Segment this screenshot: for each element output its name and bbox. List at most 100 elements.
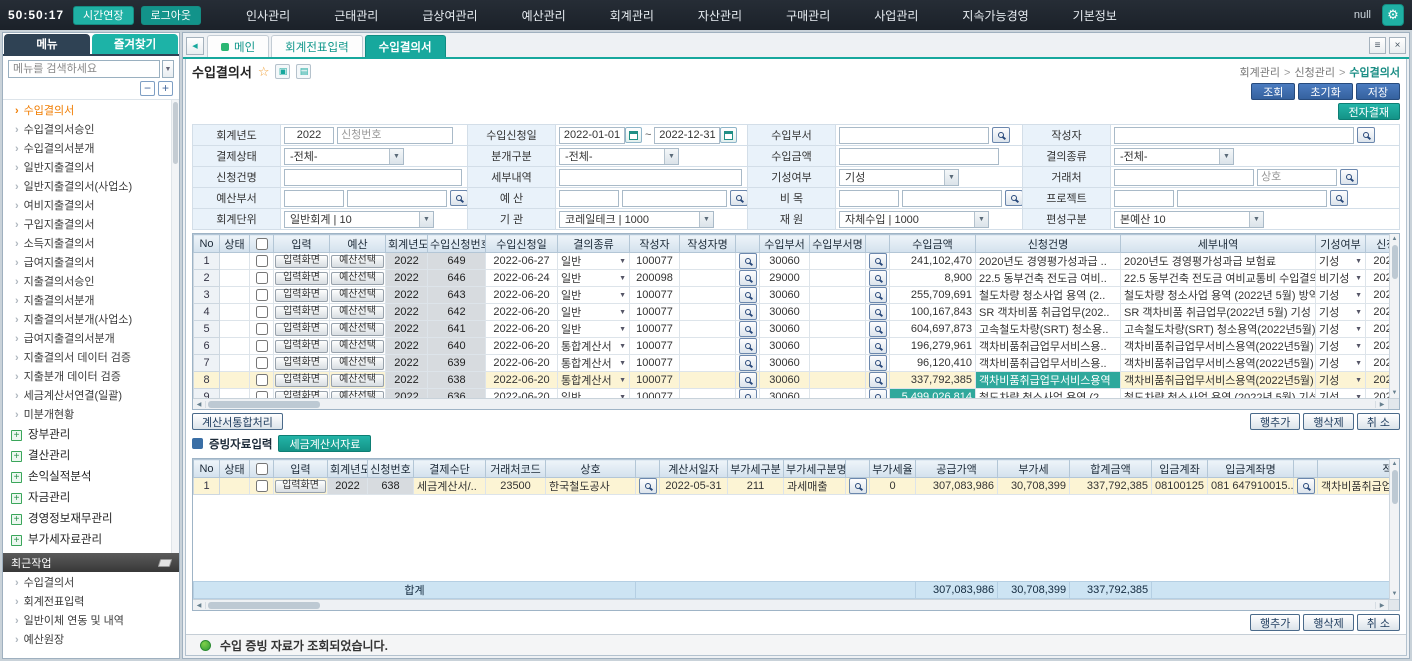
search-button[interactable] [869, 321, 887, 337]
writer-name-cell[interactable] [680, 253, 736, 270]
amount-cell[interactable]: 255,709,691 [890, 287, 976, 304]
sidebar-item[interactable]: ›일반지출결의서(사업소) [3, 178, 179, 197]
req-no-cell[interactable]: 636 [428, 389, 486, 399]
writer-cell[interactable]: 100077 [630, 304, 680, 321]
scrollbar-thumb[interactable] [208, 602, 320, 609]
title-cell[interactable]: 철도차량 청소사업 용역 (2.. [976, 389, 1121, 399]
income-grid-row[interactable]: 7입력화면예산선택20226392022-06-20통합계산서▼10007730… [194, 355, 1400, 372]
year-cell[interactable]: 2022 [386, 253, 428, 270]
gisung-select[interactable]: 기성▼ [839, 169, 959, 186]
title-cell[interactable]: 객차비품취급업무서비스용역 [976, 372, 1121, 389]
gisung-cell[interactable]: 기성▼ [1316, 355, 1366, 372]
income-date-from-input[interactable] [559, 127, 625, 144]
dept-name-cell[interactable] [810, 304, 866, 321]
decision-type-cell[interactable]: 일반▼ [558, 253, 630, 270]
detail-cell[interactable]: 철도차량 청소사업 용역 (2022년 5월) 방역 [1121, 287, 1316, 304]
row-number[interactable]: 1 [194, 253, 220, 270]
request-title-input[interactable] [284, 169, 462, 186]
writer-input[interactable] [1114, 127, 1354, 144]
capture-icon[interactable]: ▣ [275, 64, 290, 79]
sidebar-item[interactable]: ›세금계산서연결(일괄) [3, 387, 179, 406]
dept-cell[interactable]: 30060 [760, 287, 810, 304]
topbar-menu-item[interactable]: 예산관리 [522, 7, 566, 24]
budget-type-select[interactable]: 본예산 10▼ [1114, 211, 1264, 228]
writer-name-cell[interactable] [680, 338, 736, 355]
topbar-menu-item[interactable]: 근태관리 [334, 7, 378, 24]
topbar-menu-item[interactable]: 구매관리 [786, 7, 830, 24]
dept-cell[interactable]: 29000 [760, 270, 810, 287]
search-button[interactable] [869, 304, 887, 320]
req-no-cell[interactable]: 641 [428, 321, 486, 338]
evidence-grid-row[interactable]: 1입력화면2022638세금계산서/..23500한국철도공사2022-05-3… [194, 478, 1400, 495]
dept-cell[interactable]: 30060 [760, 355, 810, 372]
writer-name-cell[interactable] [680, 287, 736, 304]
search-button[interactable] [1297, 478, 1315, 494]
sidebar-group[interactable]: +손익실적분석 [3, 467, 179, 488]
input-screen-button[interactable]: 입력화면 [275, 357, 328, 370]
income-date-to-input[interactable] [654, 127, 720, 144]
gisung-cell[interactable]: 기성▼ [1316, 304, 1366, 321]
select-all-header[interactable] [250, 460, 274, 478]
income-grid-row[interactable]: 8입력화면예산선택20226382022-06-20통합계산서▼10007730… [194, 372, 1400, 389]
doc-tab[interactable]: 회계전표입력 [271, 35, 362, 57]
year-cell[interactable]: 2022 [386, 270, 428, 287]
sidebar-item[interactable]: ›여비지출결의서 [3, 197, 179, 216]
detail-cell[interactable]: 22.5 동부건축 전도금 여비교통비 수입결의(착.. [1121, 270, 1316, 287]
sidebar-item[interactable]: ›지출결의서분개(사업소) [3, 311, 179, 330]
supply-cell[interactable]: 307,083,986 [916, 478, 998, 495]
tab-scroll-left-button[interactable]: ◀ [186, 37, 204, 55]
income-dept-input[interactable] [839, 127, 989, 144]
amount-cell[interactable]: 100,167,843 [890, 304, 976, 321]
amount-cell[interactable]: 241,102,470 [890, 253, 976, 270]
extend-time-button[interactable]: 시간연장 [73, 6, 133, 25]
scroll-up-icon[interactable]: ▲ [1392, 234, 1398, 244]
amount-cell[interactable]: 196,279,961 [890, 338, 976, 355]
title-cell[interactable]: 객차비품취급업무서비스용.. [976, 338, 1121, 355]
sidebar-group[interactable]: +자금관리 [3, 488, 179, 509]
sidebar-group[interactable]: +장부관리 [3, 425, 179, 446]
detail-cell[interactable]: 고속철도차량(SRT) 청소용역(2022년5월) 기성 [1121, 321, 1316, 338]
dept-name-cell[interactable] [810, 338, 866, 355]
income-amount-input[interactable] [839, 148, 999, 165]
writer-cell[interactable]: 100077 [630, 253, 680, 270]
add-row-button[interactable]: 행추가 [1250, 614, 1300, 631]
req-date-cell[interactable]: 2022-06-20 [486, 355, 558, 372]
budget-select-button[interactable]: 예산선택 [331, 374, 384, 387]
search-button[interactable] [639, 478, 657, 494]
req-date-cell[interactable]: 2022-06-20 [486, 389, 558, 399]
row-checkbox[interactable] [256, 391, 268, 398]
input-screen-button[interactable]: 입력화면 [275, 480, 326, 493]
title-cell[interactable]: 2020년도 경영평가성과급 .. [976, 253, 1121, 270]
select-all-checkbox[interactable] [256, 238, 268, 250]
budget-select-button[interactable]: 예산선택 [331, 357, 384, 370]
writer-search-button[interactable] [1357, 127, 1375, 143]
menu-search-input[interactable] [8, 60, 160, 78]
amount-cell[interactable]: 604,697,873 [890, 321, 976, 338]
desc-cell[interactable]: 객차비품취급업무서비스용... [1318, 478, 1400, 495]
topbar-menu-item[interactable]: 회계관리 [610, 7, 654, 24]
detail-cell[interactable]: SR 객차비품 취급업무(2022년 5월) 기성 [1121, 304, 1316, 321]
sidebar-item[interactable]: ›미분개현황 [3, 406, 179, 425]
detail-cell[interactable]: 객차비품취급업무서비스용역(2022년5월) 기성 [1121, 372, 1316, 389]
income-grid-row[interactable]: 6입력화면예산선택20226402022-06-20통합계산서▼10007730… [194, 338, 1400, 355]
title-cell[interactable]: 고속철도차량(SRT) 청소용.. [976, 321, 1121, 338]
settings-button[interactable]: ⚙ [1382, 4, 1404, 26]
sidebar-item[interactable]: ›지출분개 데이터 검증 [3, 368, 179, 387]
year-cell[interactable]: 2022 [386, 321, 428, 338]
row-number[interactable]: 2 [194, 270, 220, 287]
income-grid-row[interactable]: 1입력화면예산선택20226492022-06-27일반▼10007730060… [194, 253, 1400, 270]
tax-invoice-button[interactable]: 세금계산서자료 [278, 435, 371, 452]
expense-code-input[interactable] [839, 190, 899, 207]
decision-type-select[interactable]: -전체-▼ [1114, 148, 1234, 165]
vat-name-cell[interactable]: 과세매출 [784, 478, 846, 495]
decision-type-cell[interactable]: 일반▼ [558, 304, 630, 321]
budget-select-button[interactable]: 예산선택 [331, 272, 384, 285]
search-button[interactable]: 조회 [1251, 83, 1295, 100]
search-button[interactable] [869, 389, 887, 398]
topbar-menu-item[interactable]: 기본정보 [1073, 7, 1117, 24]
calendar-button[interactable] [720, 127, 737, 143]
req-date-cell[interactable]: 2022-06-20 [486, 287, 558, 304]
req-no-cell[interactable]: 638 [428, 372, 486, 389]
detail-cell[interactable]: 철도차량 청소사업 용역 (2022년 5월) 기성 [1121, 389, 1316, 399]
writer-cell[interactable]: 100077 [630, 338, 680, 355]
